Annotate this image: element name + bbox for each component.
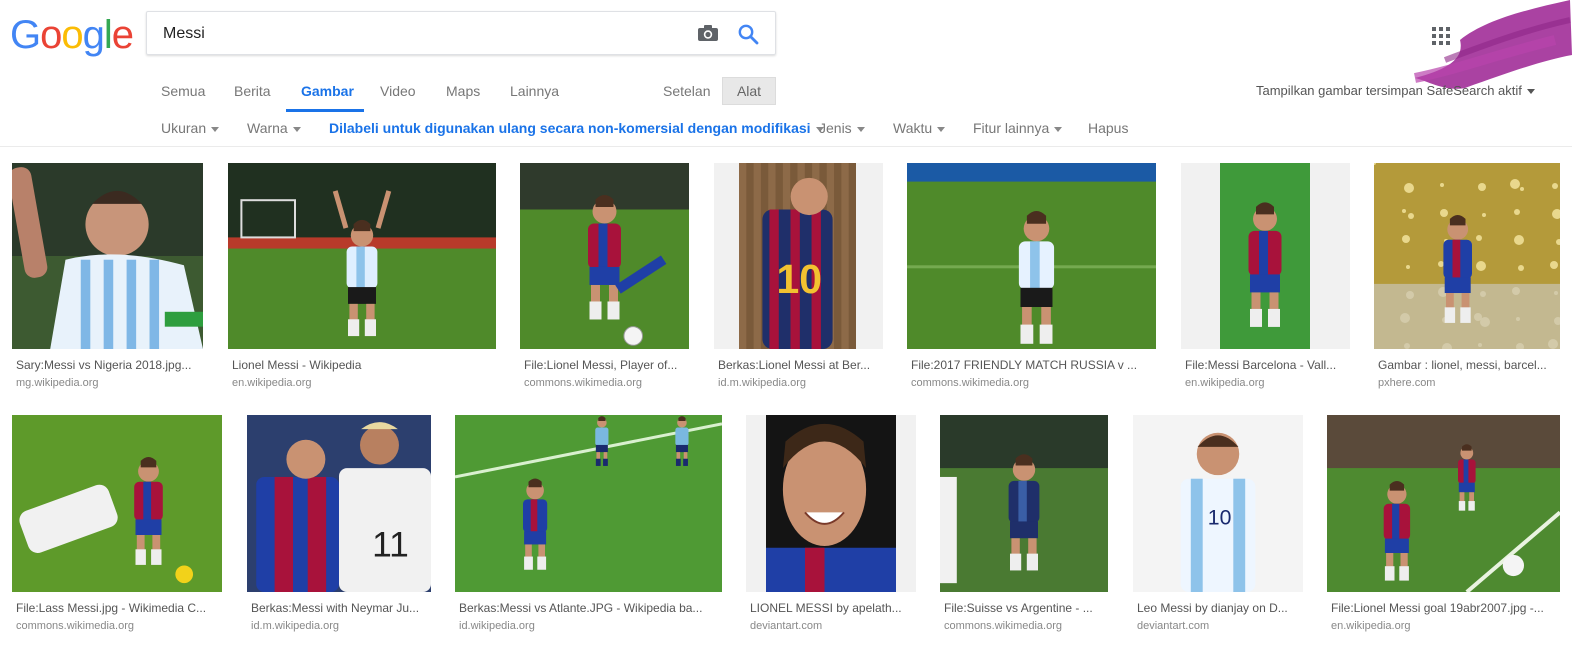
result-domain[interactable]: commons.wikimedia.org [524, 377, 642, 390]
chevron-down-icon [856, 126, 865, 132]
result-caption[interactable]: Gambar : lionel, messi, barcel... [1378, 358, 1572, 372]
result-caption[interactable]: Lionel Messi - Wikipedia [232, 358, 510, 372]
chevron-down-icon [1054, 126, 1063, 132]
filter-color[interactable]: Warna [247, 120, 301, 136]
result-thumbnail [12, 163, 203, 349]
result-caption[interactable]: Berkas:Messi vs Atlante.JPG - Wikipedia … [459, 601, 736, 615]
tools-button[interactable]: Alat [722, 77, 776, 105]
chevron-down-icon [292, 126, 301, 132]
result-caption[interactable]: File:Messi Barcelona - Vall... [1185, 358, 1364, 372]
tab-video[interactable]: Video [380, 83, 416, 99]
result-thumbnail [12, 415, 222, 592]
result-image[interactable]: 10 [739, 163, 856, 349]
result-thumbnail [228, 163, 496, 349]
chevron-down-icon [1526, 89, 1535, 95]
redaction-scribble [1414, 0, 1572, 89]
result-caption[interactable]: Sary:Messi vs Nigeria 2018.jpg... [16, 358, 217, 372]
result-thumbnail [1220, 163, 1310, 349]
filter-more-tools-label: Fitur lainnya [973, 120, 1050, 136]
result-caption[interactable]: File:Suisse vs Argentine - ... [944, 601, 1122, 615]
result-domain[interactable]: en.wikipedia.org [1185, 377, 1265, 390]
search-box [146, 11, 776, 56]
result-image[interactable] [1327, 415, 1560, 592]
result-domain[interactable]: id.m.wikipedia.org [251, 620, 339, 633]
result-image[interactable]: 10 [1133, 415, 1303, 592]
filter-time-label: Waktu [893, 120, 933, 136]
tab-more[interactable]: Lainnya [510, 83, 559, 99]
svg-text:10: 10 [776, 256, 822, 302]
active-tab-indicator [286, 109, 364, 112]
result-thumbnail [1327, 415, 1560, 592]
result-domain[interactable]: commons.wikimedia.org [944, 620, 1062, 633]
result-caption[interactable]: Berkas:Messi with Neymar Ju... [251, 601, 445, 615]
result-domain[interactable]: en.wikipedia.org [232, 377, 312, 390]
result-domain[interactable]: id.m.wikipedia.org [718, 377, 806, 390]
result-caption[interactable]: File:Lionel Messi goal 19abr2007.jpg -..… [1331, 601, 1572, 615]
chevron-down-icon [937, 126, 946, 132]
search-input[interactable] [161, 12, 685, 56]
result-thumbnail [766, 415, 896, 592]
result-caption[interactable]: Leo Messi by dianjay on D... [1137, 601, 1317, 615]
tab-all[interactable]: Semua [161, 83, 205, 99]
search-icon[interactable] [737, 23, 759, 45]
filter-usage-rights[interactable]: Dilabeli untuk digunakan ulang secara no… [329, 120, 824, 136]
result-caption[interactable]: File:Lionel Messi, Player of... [524, 358, 703, 372]
svg-text:11: 11 [372, 525, 409, 565]
result-caption[interactable]: LIONEL MESSI by apelath... [750, 601, 930, 615]
filter-time[interactable]: Waktu [893, 120, 946, 136]
result-image[interactable] [940, 415, 1108, 592]
result-image[interactable] [12, 415, 222, 592]
result-image[interactable] [520, 163, 689, 349]
result-image[interactable] [1374, 163, 1560, 349]
result-caption[interactable]: Berkas:Lionel Messi at Ber... [718, 358, 897, 372]
filter-size-label: Ukuran [161, 120, 207, 136]
result-domain[interactable]: commons.wikimedia.org [911, 377, 1029, 390]
result-image[interactable] [766, 415, 896, 592]
result-thumbnail: 10 [1133, 415, 1303, 592]
result-domain[interactable]: en.wikipedia.org [1331, 620, 1411, 633]
filter-color-label: Warna [247, 120, 288, 136]
result-image[interactable] [455, 415, 722, 592]
result-thumbnail: 11 [247, 415, 431, 592]
filter-more-tools[interactable]: Fitur lainnya [973, 120, 1063, 136]
tab-images[interactable]: Gambar [301, 83, 354, 99]
filter-size[interactable]: Ukuran [161, 120, 220, 136]
camera-icon[interactable] [697, 24, 719, 42]
result-thumbnail: 10 [739, 163, 856, 349]
result-caption[interactable]: File:2017 FRIENDLY MATCH RUSSIA v ... [911, 358, 1170, 372]
result-domain[interactable]: commons.wikimedia.org [16, 620, 134, 633]
result-thumbnail [520, 163, 689, 349]
filter-type[interactable]: Jenis [819, 120, 865, 136]
result-domain[interactable]: pxhere.com [1378, 377, 1435, 390]
result-thumbnail [907, 163, 1156, 349]
result-image[interactable] [1220, 163, 1310, 349]
result-image[interactable] [907, 163, 1156, 349]
result-image[interactable] [12, 163, 203, 349]
chevron-down-icon [211, 126, 220, 132]
result-image[interactable] [228, 163, 496, 349]
result-thumbnail [940, 415, 1108, 592]
filter-usage-rights-label: Dilabeli untuk digunakan ulang secara no… [329, 120, 811, 136]
result-image[interactable]: 11 [247, 415, 431, 592]
google-logo[interactable]: Google [10, 12, 134, 58]
tab-maps[interactable]: Maps [446, 83, 480, 99]
tab-news[interactable]: Berita [234, 83, 271, 99]
result-thumbnail [1374, 163, 1560, 349]
result-thumbnail [455, 415, 722, 592]
settings-link[interactable]: Setelan [663, 83, 710, 99]
safesearch-status[interactable]: Tampilkan gambar tersimpan SafeSearch ak… [1256, 83, 1535, 98]
result-domain[interactable]: id.wikipedia.org [459, 620, 535, 633]
filter-type-label: Jenis [819, 120, 852, 136]
filter-clear[interactable]: Hapus [1088, 120, 1128, 136]
svg-text:10: 10 [1208, 506, 1232, 530]
safesearch-label: Tampilkan gambar tersimpan SafeSearch ak… [1256, 83, 1522, 98]
header-divider [0, 146, 1572, 147]
result-domain[interactable]: deviantart.com [750, 620, 822, 633]
result-caption[interactable]: File:Lass Messi.jpg - Wikimedia C... [16, 601, 236, 615]
result-domain[interactable]: deviantart.com [1137, 620, 1209, 633]
result-domain[interactable]: mg.wikipedia.org [16, 377, 99, 390]
